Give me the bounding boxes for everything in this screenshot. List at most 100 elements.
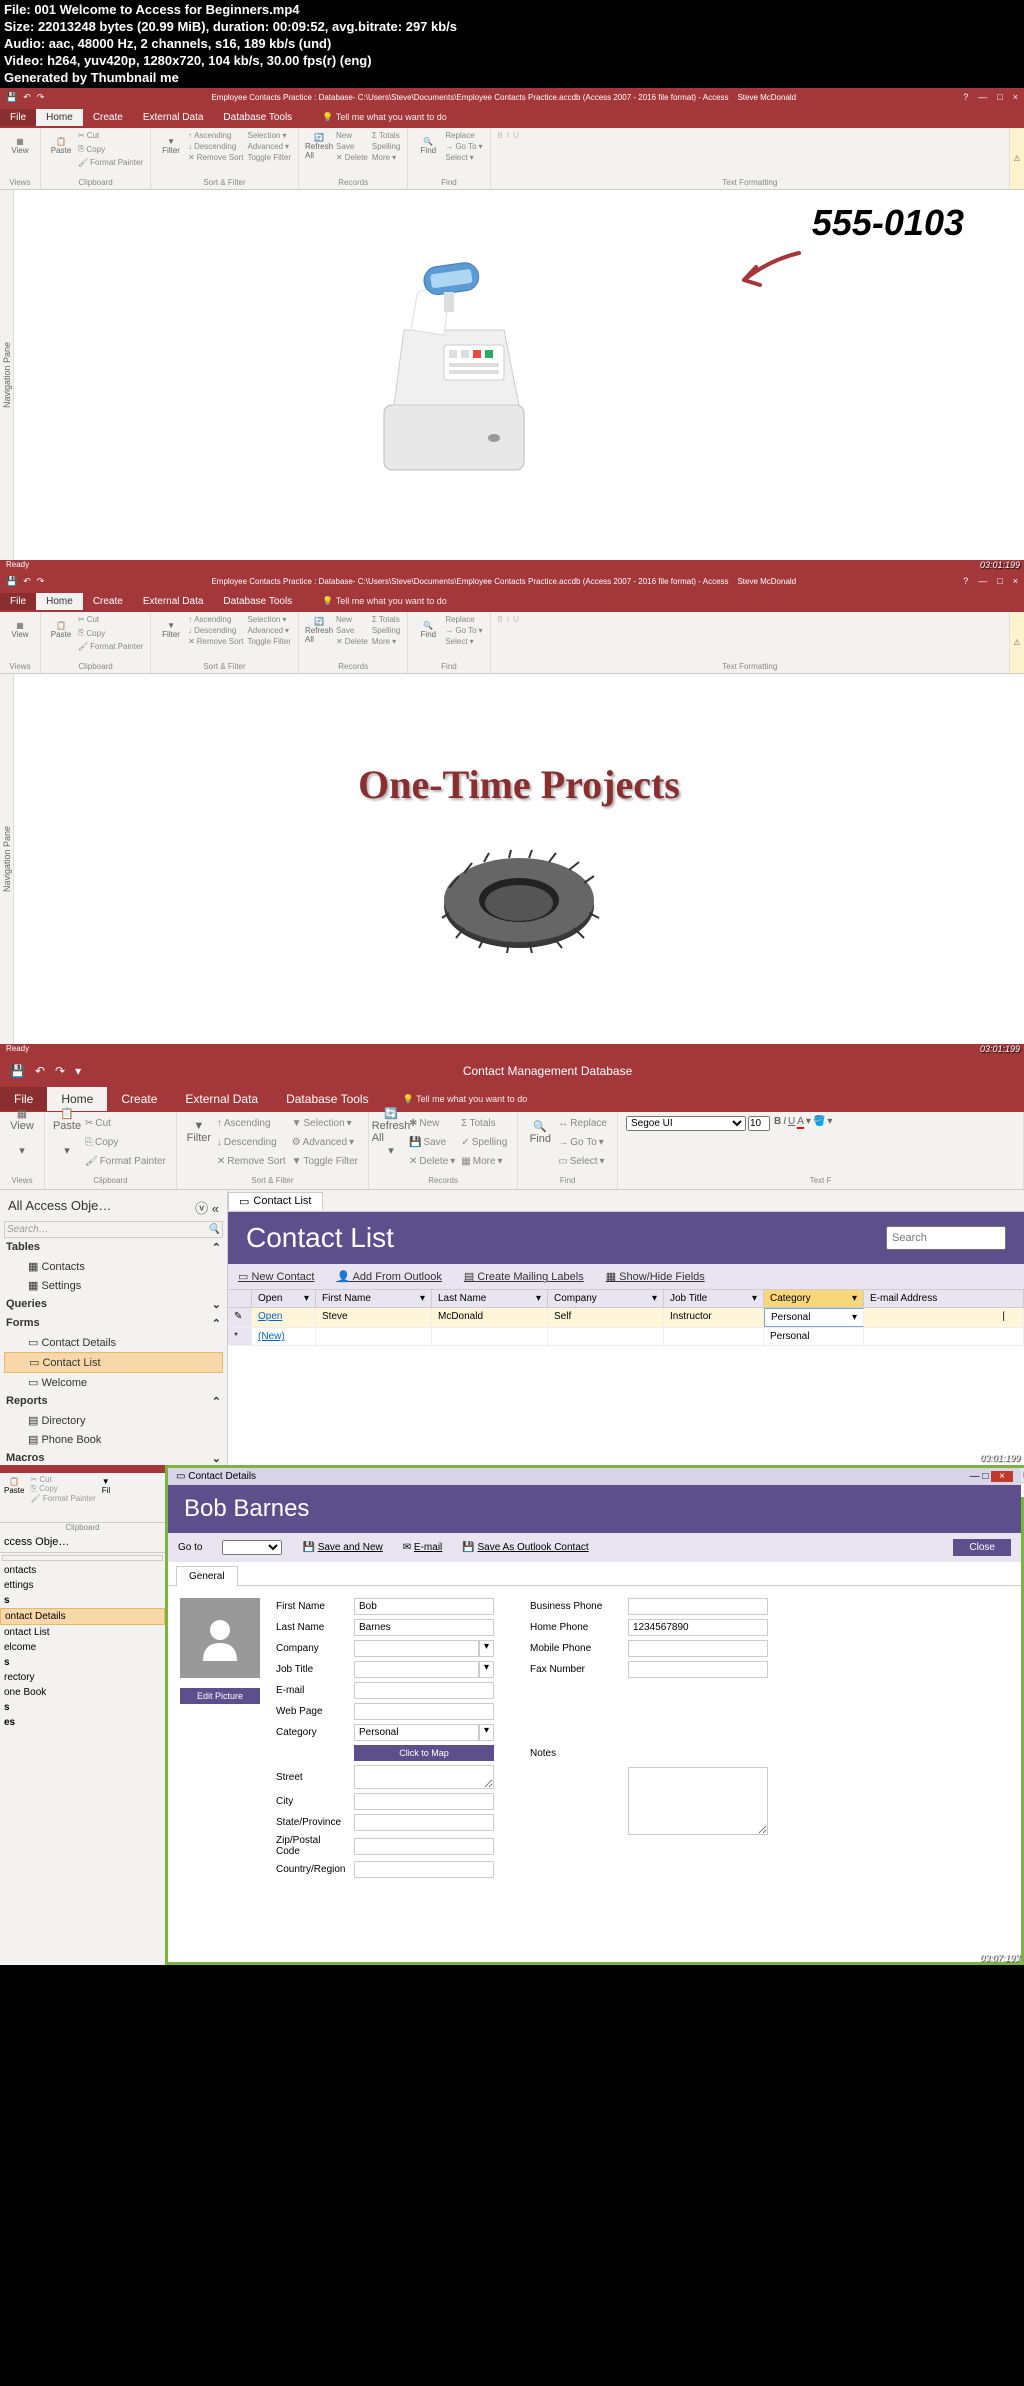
tab-external-data[interactable]: External Data [133, 593, 214, 610]
first-name-field[interactable] [354, 1598, 494, 1615]
font-size-input[interactable] [748, 1116, 770, 1131]
advanced-button[interactable]: Advanced ▾ [246, 141, 292, 152]
mobile-phone-field[interactable] [628, 1640, 768, 1657]
view-button[interactable]: ▦View▾ [8, 1116, 36, 1148]
tab-external-data[interactable]: External Data [133, 109, 214, 126]
find-button[interactable]: 🔍Find [414, 130, 442, 162]
cut-button[interactable]: ✂ Cut [83, 1116, 168, 1131]
selection-button[interactable]: Selection ▾ [246, 130, 292, 141]
redo-icon[interactable]: ↷ [55, 1064, 65, 1078]
paste-button[interactable]: 📋Paste [0, 1473, 28, 1522]
tab-file[interactable]: File [0, 109, 36, 126]
descending-button[interactable]: ↓ Descending [187, 141, 244, 152]
nav-group-forms[interactable]: Forms⌃ [4, 1314, 223, 1333]
navigation-pane-collapsed[interactable]: Navigation Pane [0, 674, 14, 1044]
bold-button[interactable]: B [774, 1116, 781, 1127]
minimize-icon[interactable]: — [970, 1471, 980, 1482]
new-link[interactable]: (New) [258, 1331, 285, 1342]
maximize-icon[interactable]: □ [997, 92, 1002, 102]
nav-item-directory[interactable]: ▤ Directory [4, 1411, 223, 1430]
job-title-field[interactable] [354, 1661, 479, 1678]
tab-create[interactable]: Create [83, 593, 133, 610]
bold-button[interactable]: B [497, 130, 504, 141]
tab-database-tools[interactable]: Database Tools [213, 109, 302, 126]
nav-item-welcome[interactable]: ▭ Welcome [4, 1373, 223, 1392]
find-button[interactable]: 🔍Find [414, 614, 442, 646]
copy-button[interactable]: ⎘ Copy [77, 627, 144, 639]
table-row[interactable]: ✎ Open Steve McDonald Self Instructor Pe… [228, 1308, 1024, 1328]
nav-group-tables[interactable]: Tables⌃ [4, 1238, 223, 1257]
maximize-icon[interactable]: □ [982, 1471, 988, 1482]
close-button[interactable]: Close [953, 1539, 1011, 1556]
tell-me[interactable]: 💡 Tell me what you want to do [403, 1094, 528, 1105]
goto-select[interactable] [222, 1540, 282, 1555]
paste-button[interactable]: 📋Paste▾ [53, 1116, 81, 1148]
help-icon[interactable]: ? [963, 576, 968, 586]
underline-button[interactable]: U [788, 1116, 795, 1127]
email-button[interactable]: ✉ E-mail [403, 1542, 443, 1553]
col-category[interactable]: Category▾ [764, 1290, 864, 1307]
tab-home[interactable]: Home [47, 1087, 107, 1111]
help-icon[interactable]: ? [963, 92, 968, 102]
edit-picture-button[interactable]: Edit Picture [180, 1688, 260, 1704]
save-icon[interactable]: 💾 [6, 576, 17, 587]
redo-icon[interactable]: ↷ [37, 576, 45, 587]
format-painter-button[interactable]: 🖌 Format Painter [77, 157, 144, 168]
navigation-pane-collapsed[interactable]: Navigation Pane [0, 190, 14, 560]
cut-button[interactable]: ✂ Cut [77, 130, 144, 141]
nav-search-input[interactable]: Search… [7, 1224, 208, 1235]
refresh-button[interactable]: 🔄Refresh All [305, 130, 333, 162]
col-company[interactable]: Company▾ [548, 1290, 664, 1307]
tab-database-tools[interactable]: Database Tools [213, 593, 302, 610]
company-field[interactable] [354, 1640, 479, 1657]
maximize-icon[interactable]: □ [997, 576, 1002, 586]
zip-field[interactable] [354, 1838, 494, 1855]
col-first-name[interactable]: First Name▾ [316, 1290, 432, 1307]
nav-item-settings[interactable]: ▦ Settings [4, 1276, 223, 1295]
minimize-icon[interactable]: — [978, 576, 987, 586]
redo-icon[interactable]: ↷ [37, 92, 45, 103]
search-input[interactable] [886, 1226, 1006, 1250]
view-button[interactable]: ▦View [6, 130, 34, 162]
tab-create[interactable]: Create [83, 109, 133, 126]
col-last-name[interactable]: Last Name▾ [432, 1290, 548, 1307]
save-button[interactable]: Save [335, 141, 369, 152]
save-icon[interactable]: 💾 [10, 1064, 25, 1078]
view-button[interactable]: ▦View [6, 614, 34, 646]
close-icon[interactable]: × [991, 1471, 1013, 1482]
minimize-icon[interactable]: — [978, 92, 987, 102]
save-icon[interactable]: 💾 [6, 92, 17, 103]
ascending-button[interactable]: ↑ Ascending [187, 130, 244, 141]
underline-button[interactable]: U [512, 130, 520, 141]
fax-field[interactable] [628, 1661, 768, 1678]
refresh-button[interactable]: 🔄Refresh All▾ [377, 1116, 405, 1148]
tab-general[interactable]: General [176, 1566, 238, 1586]
warning-icon[interactable]: ⚠ [1010, 128, 1024, 189]
close-icon[interactable]: × [1013, 92, 1018, 102]
save-and-new-button[interactable]: 💾 Save and New [302, 1542, 382, 1553]
paste-button[interactable]: 📋Paste [47, 130, 75, 162]
toggle-filter-button[interactable]: Toggle Filter [246, 152, 292, 163]
filter-button[interactable]: ▼Filter [157, 614, 185, 646]
italic-button[interactable]: I [783, 1116, 786, 1127]
font-color-button[interactable]: A [797, 1116, 804, 1129]
tab-create[interactable]: Create [107, 1087, 171, 1111]
row-selector[interactable]: * [228, 1328, 252, 1345]
collapse-icon[interactable]: ⓥ « [195, 1198, 219, 1217]
format-painter-button[interactable]: 🖌 Format Painter [77, 641, 144, 652]
tab-home[interactable]: Home [36, 109, 83, 126]
last-name-field[interactable] [354, 1619, 494, 1636]
remove-sort-button[interactable]: ✕ Remove Sort [187, 152, 244, 163]
cut-button[interactable]: ✂ Cut [77, 614, 144, 625]
tell-me[interactable]: 💡 Tell me what you want to do [322, 112, 447, 123]
nav-item-contact-list[interactable]: ▭ Contact List [4, 1352, 223, 1373]
col-job-title[interactable]: Job Title▾ [664, 1290, 764, 1307]
open-link[interactable]: Open [258, 1311, 282, 1322]
home-phone-field[interactable] [628, 1619, 768, 1636]
web-page-field[interactable] [354, 1703, 494, 1720]
email-field[interactable] [354, 1682, 494, 1699]
nav-group-queries[interactable]: Queries⌄ [4, 1295, 223, 1314]
nav-group-reports[interactable]: Reports⌃ [4, 1392, 223, 1411]
business-phone-field[interactable] [628, 1598, 768, 1615]
more-button[interactable]: More ▾ [371, 152, 401, 163]
